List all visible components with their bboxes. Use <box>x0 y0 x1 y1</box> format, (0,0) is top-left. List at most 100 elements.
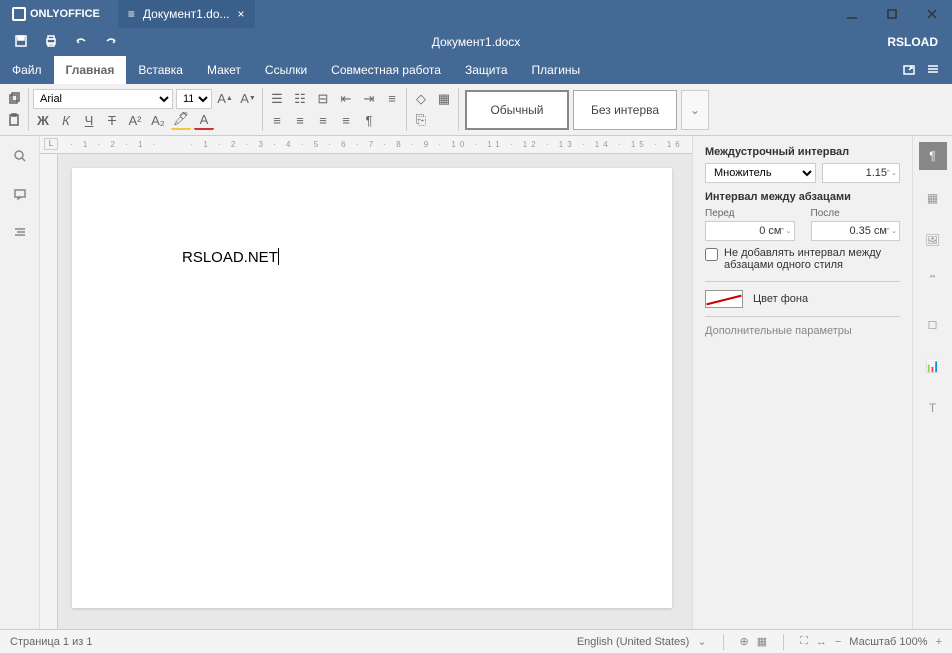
zoom-out-icon[interactable]: − <box>835 636 841 648</box>
style-normal[interactable]: Обычный <box>465 90 569 130</box>
align-center-button[interactable]: ≡ <box>290 110 310 130</box>
same-style-checkbox-row[interactable]: Не добавлять интервал между абзацами одн… <box>705 247 900 271</box>
more-settings-link[interactable]: Дополнительные параметры <box>705 325 900 337</box>
bullets-button[interactable]: ☰ <box>267 89 287 109</box>
shape-settings-icon[interactable]: ◻ <box>919 310 947 338</box>
print-button[interactable] <box>44 34 58 51</box>
align-left-button[interactable]: ≡ <box>267 110 287 130</box>
style-nospacing[interactable]: Без интерва <box>573 90 677 130</box>
tab-label: Документ1.do... <box>143 7 230 21</box>
para-spacing-label: Интервал между абзацами <box>705 191 900 203</box>
ruler-horizontal[interactable]: L · 1 · 2 · 1 · · 1 · 2 · 3 · 4 · 5 · 6 … <box>40 136 692 154</box>
fit-width-icon[interactable]: ↔ <box>816 636 827 648</box>
increase-indent-button[interactable]: ⇥ <box>359 89 379 109</box>
header-settings-icon[interactable]: ⎴ <box>919 268 947 296</box>
decrease-indent-button[interactable]: ⇤ <box>336 89 356 109</box>
align-justify-button[interactable]: ≡ <box>336 110 356 130</box>
maximize-button[interactable] <box>872 0 912 28</box>
user-name[interactable]: RSLOAD <box>887 35 938 49</box>
spacing-before[interactable]: 0 см <box>705 221 795 241</box>
left-panel <box>0 136 40 629</box>
chart-settings-icon[interactable]: 📊 <box>919 352 947 380</box>
document-scroll[interactable]: RSLOAD.NET <box>58 154 692 629</box>
zoom-level[interactable]: Масштаб 100% <box>849 636 927 648</box>
workspace: L · 1 · 2 · 1 · · 1 · 2 · 3 · 4 · 5 · 6 … <box>0 136 952 629</box>
close-tab-icon[interactable]: × <box>238 7 245 21</box>
undo-button[interactable] <box>74 34 88 51</box>
before-label: Перед <box>705 208 795 219</box>
menu-file[interactable]: Файл <box>0 56 54 84</box>
title-bar: ONLYOFFICE ≡ Документ1.do... × <box>0 0 952 28</box>
menu-plugins[interactable]: Плагины <box>520 56 593 84</box>
menu-collaboration[interactable]: Совместная работа <box>319 56 453 84</box>
menu-references[interactable]: Ссылки <box>253 56 319 84</box>
subscript-button[interactable]: A₂ <box>148 110 168 130</box>
superscript-button[interactable]: A² <box>125 110 145 130</box>
clear-format-button[interactable]: ◇ <box>411 89 431 109</box>
page-indicator[interactable]: Страница 1 из 1 <box>10 636 92 648</box>
same-style-label: Не добавлять интервал между абзацами одн… <box>724 247 900 271</box>
menu-layout[interactable]: Макет <box>195 56 253 84</box>
menu-insert[interactable]: Вставка <box>126 56 195 84</box>
table-settings-icon[interactable]: ▦ <box>919 184 947 212</box>
paragraph-settings-icon[interactable]: ¶ <box>919 142 947 170</box>
paste-button[interactable] <box>4 110 24 130</box>
numbering-button[interactable]: ☷ <box>290 89 310 109</box>
zoom-in-icon[interactable]: + <box>936 636 942 648</box>
hamburger-icon[interactable] <box>926 62 940 79</box>
save-button[interactable] <box>14 34 28 51</box>
font-name-select[interactable]: Arial <box>33 89 173 109</box>
bg-color-swatch[interactable] <box>705 290 743 308</box>
header-bar: Документ1.docx RSLOAD <box>0 28 952 56</box>
fit-page-icon[interactable]: ⛶ <box>800 635 808 648</box>
textart-settings-icon[interactable]: T <box>919 394 947 422</box>
document-tab[interactable]: ≡ Документ1.do... × <box>118 0 255 28</box>
increase-font-button[interactable]: A▲ <box>215 89 235 109</box>
font-color-button[interactable]: A <box>194 110 214 130</box>
app-logo: ONLYOFFICE <box>0 7 112 21</box>
toolbar: Arial 11 A▲ A▼ Ж К Ч Т A² A₂ 🖊 A ☰ ☷ ⊟ ⇤… <box>0 84 952 136</box>
font-size-select[interactable]: 11 <box>176 89 212 109</box>
spacing-after[interactable]: 0.35 см <box>811 221 901 241</box>
bold-button[interactable]: Ж <box>33 110 53 130</box>
lang-dropdown-icon[interactable]: ⌄ <box>697 635 706 648</box>
highlight-button[interactable]: 🖊 <box>171 110 191 130</box>
same-style-checkbox[interactable] <box>705 248 718 261</box>
styles-expand-button[interactable]: ⌄ <box>681 90 709 130</box>
tracking-icon[interactable]: ▦ <box>757 635 767 648</box>
shading-button[interactable]: ▦ <box>434 89 454 109</box>
canvas-area: L · 1 · 2 · 1 · · 1 · 2 · 3 · 4 · 5 · 6 … <box>40 136 692 629</box>
open-file-icon[interactable] <box>902 62 916 79</box>
decrease-font-button[interactable]: A▼ <box>238 89 258 109</box>
comments-icon[interactable] <box>8 182 32 206</box>
line-spacing-value[interactable]: 1.15 <box>822 163 900 183</box>
strike-button[interactable]: Т <box>102 110 122 130</box>
close-button[interactable] <box>912 0 952 28</box>
menu-home[interactable]: Главная <box>54 56 127 84</box>
copy-style-button[interactable]: ⎘ <box>411 110 431 130</box>
line-spacing-button[interactable]: ≡ <box>382 89 402 109</box>
headings-icon[interactable] <box>8 220 32 244</box>
document-title: Документ1.docx <box>432 35 521 49</box>
ruler-vertical[interactable] <box>40 154 58 629</box>
copy-button[interactable] <box>4 89 24 109</box>
right-tabs: ¶ ▦ 🖼 ⎴ ◻ 📊 T <box>912 136 952 629</box>
italic-button[interactable]: К <box>56 110 76 130</box>
doc-icon: ≡ <box>128 7 135 21</box>
spellcheck-icon[interactable]: ⊕ <box>740 635 749 648</box>
language-selector[interactable]: English (United States) <box>577 636 690 648</box>
minimize-button[interactable] <box>832 0 872 28</box>
bg-color-label: Цвет фона <box>753 293 808 305</box>
image-settings-icon[interactable]: 🖼 <box>919 226 947 254</box>
menu-protect[interactable]: Защита <box>453 56 520 84</box>
align-right-button[interactable]: ≡ <box>313 110 333 130</box>
redo-button[interactable] <box>104 34 118 51</box>
underline-button[interactable]: Ч <box>79 110 99 130</box>
multilevel-button[interactable]: ⊟ <box>313 89 333 109</box>
nonprinting-button[interactable]: ¶ <box>359 110 379 130</box>
logo-icon <box>12 7 26 21</box>
document-text: RSLOAD.NET <box>182 249 278 266</box>
search-icon[interactable] <box>8 144 32 168</box>
line-spacing-type[interactable]: Множитель <box>705 163 816 183</box>
page[interactable]: RSLOAD.NET <box>72 168 672 608</box>
